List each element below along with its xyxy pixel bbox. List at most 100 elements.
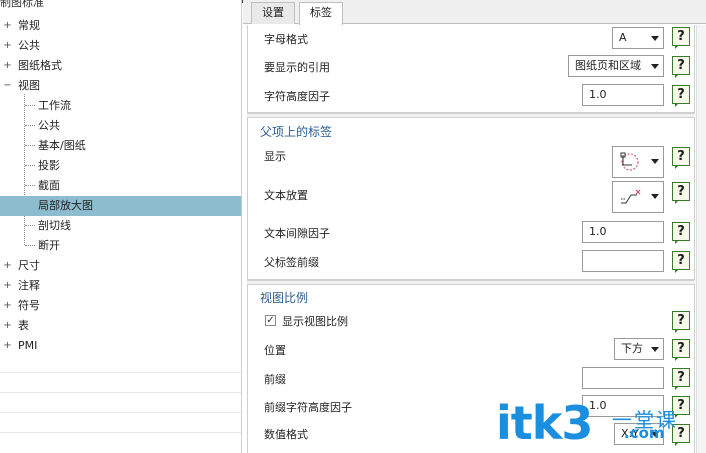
help-icon[interactable]: ? [672,251,690,273]
show-scale-label: 显示视图比例 [282,315,348,328]
label-format-section: 字母格式 A ? 要显示的引用 图纸页和区域 ? 字符高度因子 1.0 ? [247,25,695,113]
expand-icon[interactable]: + [3,261,12,271]
tree-item-label: 剖切线 [38,219,71,232]
help-icon[interactable]: ? [672,182,690,204]
chevron-down-icon [651,36,659,41]
parent-label-section: 父项上的标签 显示 ? 文本放置 ? 文本间隙因子 1.0 ? 父标签前缀 ? [247,118,695,280]
tree-item-label: 视图 [18,79,40,92]
scale-prefix-label: 前缀 [264,373,286,386]
help-icon[interactable]: ? [672,339,690,361]
help-icon[interactable]: ? [672,85,690,107]
labels-content: 字母格式 A ? 要显示的引用 图纸页和区域 ? 字符高度因子 1.0 ? 父项… [247,25,695,453]
help-icon[interactable]: ? [672,368,690,390]
chevron-down-icon [651,194,659,199]
expand-icon[interactable]: + [3,281,12,291]
tree-divider [0,432,241,433]
expand-icon[interactable]: + [3,341,12,351]
tree-item-label: 图纸格式 [18,59,62,72]
position-value: 下方 [621,342,643,355]
tree-item-section[interactable]: 截面 [0,176,241,196]
letter-format-value: A [619,31,627,44]
value-format-label: 数值格式 [264,428,308,441]
tree-item-dimension[interactable]: + 尺寸 [0,256,241,276]
expand-icon[interactable]: + [3,21,12,31]
tree-item-common[interactable]: + 公共 [0,36,241,56]
display-label: 显示 [264,150,286,163]
tree-item-sheet-format[interactable]: + 图纸格式 [0,56,241,76]
tree-item-general[interactable]: + 常规 [0,16,241,36]
tree-item-label: 表 [18,319,29,332]
char-height-factor-input[interactable]: 1.0 [582,84,664,106]
tree-item-detail-view[interactable]: 局部放大图 [0,196,241,216]
section-heading: 父项上的标签 [260,125,333,139]
site-watermark: itk3 一堂课 .com [496,398,696,448]
text-placement-dropdown[interactable] [612,181,664,213]
show-scale-checkbox[interactable]: ✓ [265,315,276,326]
tree-item-label: 基本/图纸 [38,139,86,152]
prefix-height-factor-label: 前缀字符高度因子 [264,401,352,414]
display-style-dropdown[interactable] [612,146,664,178]
collapse-icon[interactable]: − [3,81,12,91]
reference-value: 图纸页和区域 [575,59,641,72]
tree-item-label: PMI [18,339,38,352]
tree-title: 制图标准 [0,0,44,9]
letter-format-label: 字母格式 [264,33,308,46]
tab-settings[interactable]: 设置 [251,2,295,24]
watermark-domain: .com [624,424,665,442]
chevron-down-icon [651,64,659,69]
tree-item-table[interactable]: + 表 [0,316,241,336]
parent-prefix-input[interactable] [582,250,664,272]
help-icon[interactable]: ? [672,222,690,244]
leader-placement-icon [621,189,641,204]
help-icon[interactable]: ? [672,56,690,78]
text-gap-factor-input[interactable]: 1.0 [582,221,664,243]
position-label: 位置 [264,344,286,357]
scale-prefix-input[interactable] [582,367,664,389]
text-gap-factor-label: 文本间隙因子 [264,227,330,240]
tree-item-base-drawing[interactable]: 基本/图纸 [0,136,241,156]
parent-prefix-label: 父标签前缀 [264,256,319,269]
tree-item-label: 投影 [38,159,60,172]
tree-item-label: 公共 [38,119,60,132]
expand-icon[interactable]: + [3,321,12,331]
text-placement-label: 文本放置 [264,189,308,202]
tree-item-projection[interactable]: 投影 [0,156,241,176]
tree-item-label: 工作流 [38,99,71,112]
tree-item-label: 注释 [18,279,40,292]
tree-item-break[interactable]: 断开 [0,236,241,256]
position-dropdown[interactable]: 下方 [614,338,664,360]
reference-dropdown[interactable]: 图纸页和区域 [568,55,664,77]
tree-item-label: 局部放大图 [38,199,93,212]
letter-format-dropdown[interactable]: A [612,27,664,49]
tree-item-label: 断开 [38,239,60,252]
watermark-logo-text: itk3 [496,396,593,450]
expand-icon[interactable]: + [3,61,12,71]
help-icon[interactable]: ? [672,147,690,169]
tree-item-annotation[interactable]: + 注释 [0,276,241,296]
tree-item-view-common[interactable]: 公共 [0,116,241,136]
tab-labels[interactable]: 标签 [299,2,343,25]
chevron-down-icon [651,347,659,352]
tree-item-symbol[interactable]: + 符号 [0,296,241,316]
help-icon[interactable]: ? [672,311,690,333]
tree-item-label: 符号 [18,299,40,312]
tree-item-view[interactable]: − 视图 [0,76,241,96]
reference-label: 要显示的引用 [264,61,330,74]
standards-tree[interactable]: 制图标准 + 常规 + 公共 + 图纸格式 − 视图 工作流 公共 基本/图纸 … [0,0,242,453]
char-height-factor-label: 字符高度因子 [264,90,330,103]
section-heading: 视图比例 [260,291,309,305]
chevron-down-icon [651,159,659,164]
settings-panel: 设置 标签 字母格式 A ? 要显示的引用 图纸页和区域 ? 字符高度因子 1.… [243,0,706,453]
expand-icon[interactable]: + [3,301,12,311]
tree-item-label: 尺寸 [18,259,40,272]
tree-item-pmi[interactable]: + PMI [0,336,241,356]
tree-item-section-line[interactable]: 剖切线 [0,216,241,236]
tree-item-label: 常规 [18,19,40,32]
tab-bar: 设置 标签 [243,0,706,25]
tree-item-workflow[interactable]: 工作流 [0,96,241,116]
help-icon[interactable]: ? [672,27,690,49]
vertical-scrollbar[interactable] [696,25,706,453]
circle-label-icon [620,152,639,171]
expand-icon[interactable]: + [3,41,12,51]
tree-item-label: 截面 [38,179,60,192]
